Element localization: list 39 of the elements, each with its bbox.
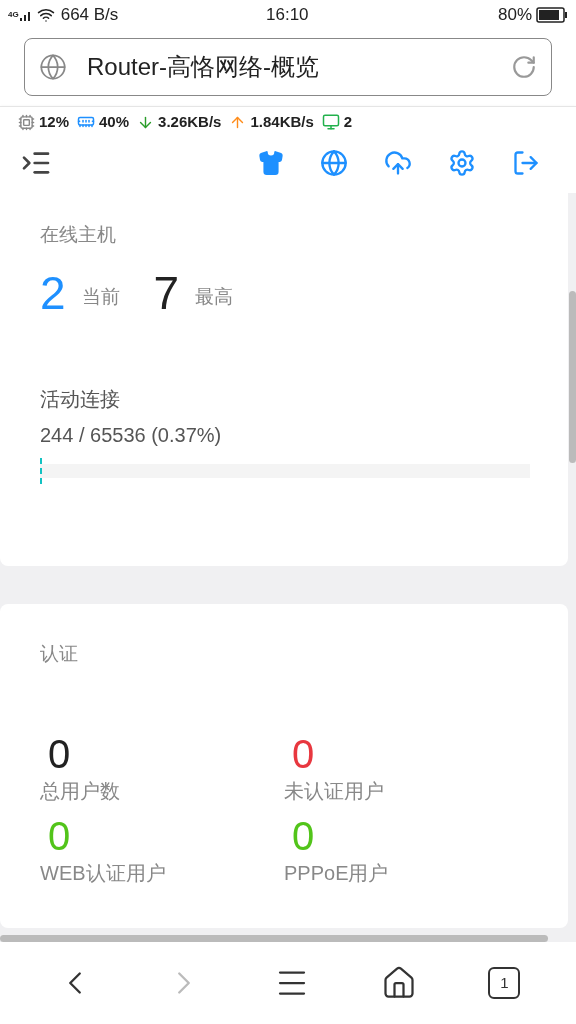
- reload-button[interactable]: [511, 54, 537, 80]
- max-label: 最高: [195, 285, 234, 309]
- battery-icon: [536, 7, 568, 23]
- max-count: 7: [153, 269, 180, 316]
- tabs-button[interactable]: 1: [488, 967, 521, 999]
- clock: 16:10: [266, 4, 309, 27]
- globe-icon: [39, 53, 67, 81]
- host-count: 2: [343, 111, 353, 132]
- user-label: 总用户数: [40, 779, 120, 804]
- card-title: 在线主机: [40, 223, 117, 247]
- download-speed: 3.26KB/s: [158, 111, 222, 132]
- user-label: WEB认证用户: [40, 861, 166, 886]
- network-type: 4G: [8, 9, 19, 21]
- address-bar[interactable]: Router-高恪网络-概览: [24, 38, 552, 96]
- cpu-usage: 12%: [39, 111, 70, 132]
- page-title: Router-高恪网络-概览: [87, 52, 320, 82]
- network-speed: 664 B/s: [60, 4, 119, 27]
- user-count: 0: [292, 734, 315, 774]
- globe-button[interactable]: [320, 149, 348, 177]
- upload-speed: 1.84KB/s: [250, 111, 314, 132]
- battery-percent: 80%: [497, 4, 532, 27]
- current-count: 2: [40, 269, 66, 316]
- user-count: 0: [48, 734, 71, 774]
- cpu-icon: [18, 113, 35, 131]
- logout-button[interactable]: [512, 149, 540, 177]
- connection-count: 244 / 65536 (0.37%): [40, 422, 223, 448]
- user-label: 未认证用户: [284, 779, 384, 804]
- user-count: 0: [48, 816, 71, 856]
- monitor-icon: [321, 113, 340, 131]
- shirt-button[interactable]: [258, 150, 284, 176]
- cloud-upload-button[interactable]: [384, 149, 412, 177]
- memory-usage: 40%: [99, 111, 130, 132]
- user-count: 0: [292, 816, 315, 856]
- user-label: PPPoE用户: [284, 861, 389, 886]
- settings-button[interactable]: [448, 149, 476, 177]
- section-title: 活动连接: [40, 386, 121, 412]
- wifi-icon: [36, 6, 55, 24]
- current-label: 当前: [81, 285, 120, 309]
- card-title: 认证: [40, 641, 79, 666]
